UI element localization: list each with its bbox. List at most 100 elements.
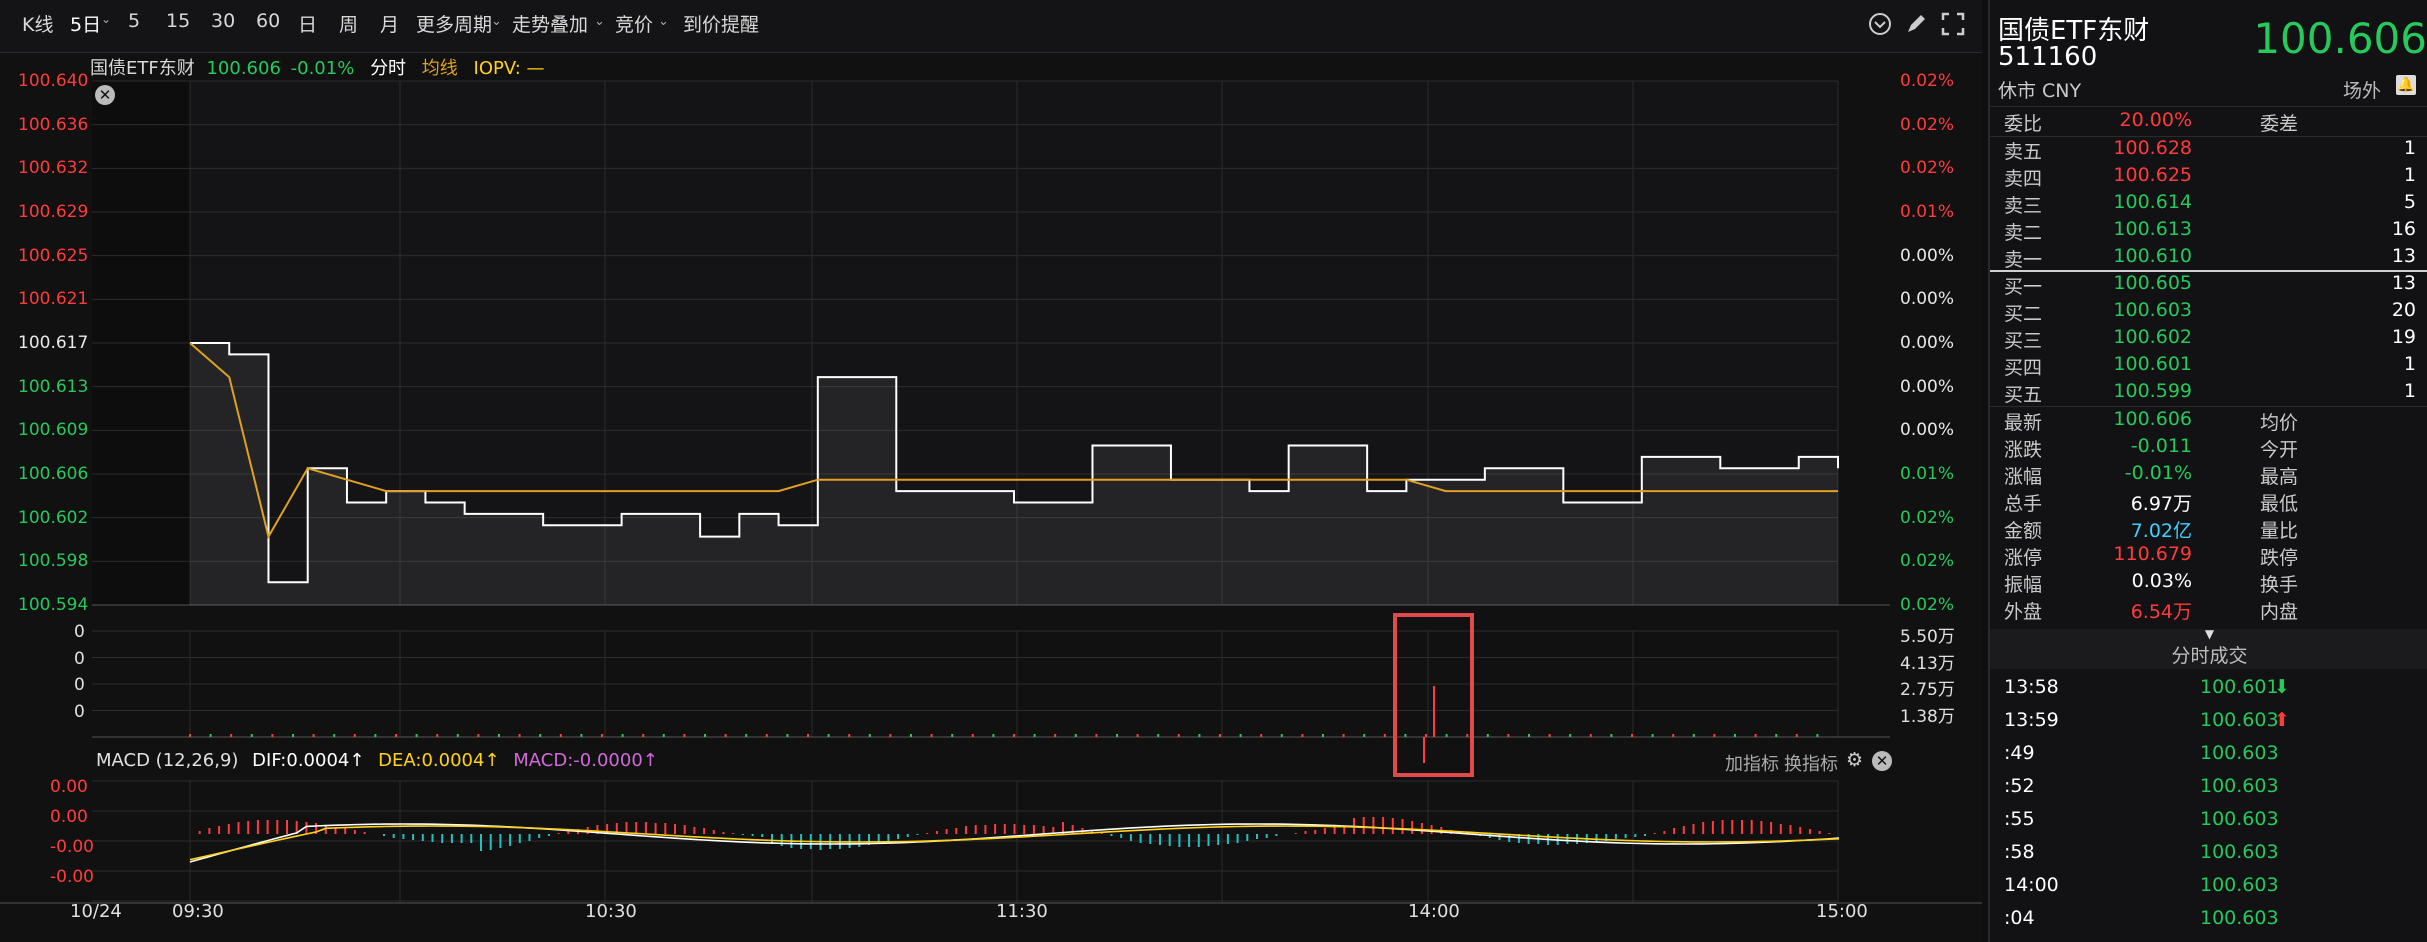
tick-price: 100.603 bbox=[2200, 874, 2279, 896]
tick-price: 100.603 bbox=[2200, 841, 2279, 863]
5day-chevron-icon[interactable]: ⌄ bbox=[101, 12, 111, 26]
bid-price: 100.605 bbox=[2113, 272, 2192, 294]
stat-value: -0.011 bbox=[2130, 435, 2192, 457]
chart-area[interactable]: 国债ETF东财 100.606 -0.01% 分时 均线 IOPV: — ✕ 1… bbox=[0, 53, 1982, 942]
stat-row: 涨幅 -0.01% 最高 bbox=[2004, 462, 2416, 489]
pct-tick-label: 0.02% bbox=[1900, 507, 1955, 528]
bid-volume: 19 bbox=[2391, 326, 2416, 348]
trend-overlay-dropdown[interactable]: 走势叠加 bbox=[512, 10, 588, 37]
draw-pen-icon[interactable] bbox=[1903, 11, 1929, 37]
pct-tick-label: 0.01% bbox=[1900, 464, 1955, 484]
tick-time: 13:58 bbox=[2004, 676, 2059, 698]
bid-row[interactable]: 买一 100.605 13 bbox=[2004, 272, 2416, 299]
price-tick-label: 100.598 bbox=[18, 551, 89, 572]
pct-tick-label: 0.02% bbox=[1900, 551, 1955, 572]
stat-row: 涨停 110.679 跌停 bbox=[2004, 543, 2416, 570]
bid-price: 100.601 bbox=[2113, 353, 2192, 375]
tick-price: 100.603 bbox=[2200, 907, 2279, 929]
pct-tick-label: 0.02% bbox=[1900, 595, 1955, 615]
chevron-down-icon: ⌄ bbox=[658, 14, 669, 29]
ask-row[interactable]: 卖五 100.628 1 bbox=[2004, 137, 2416, 164]
macd-tick-label: -0.00 bbox=[50, 867, 94, 887]
pct-tick-label: 0.00% bbox=[1900, 376, 1955, 397]
ask-row[interactable]: 卖一 100.610 13 bbox=[2004, 245, 2416, 272]
gear-icon[interactable]: ⚙ bbox=[1846, 749, 1863, 771]
chevron-down-icon: ⌄ bbox=[491, 14, 502, 29]
toolbar: K线 5日 ⌄ 5 15 30 60 日 周 月 更多周期 走势叠加 竞价 到价… bbox=[0, 0, 1982, 53]
bid-row[interactable]: 买三 100.602 19 bbox=[2004, 326, 2416, 353]
tab-day[interactable]: 日 bbox=[298, 10, 317, 37]
chevron-down-icon: ⌄ bbox=[594, 14, 605, 29]
legend-iopv: IOPV: — bbox=[473, 58, 545, 79]
ask-price: 100.628 bbox=[2113, 137, 2192, 159]
bid-row[interactable]: 买五 100.599 1 bbox=[2004, 380, 2416, 407]
ask-price: 100.625 bbox=[2113, 164, 2192, 186]
bid-volume: 1 bbox=[2403, 353, 2416, 375]
stat-label: 涨停 bbox=[2004, 547, 2043, 569]
tick-row: :49 100.603 bbox=[2004, 742, 2416, 769]
macd-dif: DIF:0.0004 bbox=[252, 750, 350, 771]
tab-15min[interactable]: 15 bbox=[166, 10, 190, 32]
tab-week[interactable]: 周 bbox=[339, 10, 358, 37]
stat-value: 6.97万 bbox=[2130, 493, 2192, 515]
macd-tick-label: 0.00 bbox=[50, 807, 88, 827]
ask-volume: 1 bbox=[2403, 137, 2416, 159]
ask-row[interactable]: 卖四 100.625 1 bbox=[2004, 164, 2416, 191]
tab-5min[interactable]: 5 bbox=[128, 10, 140, 32]
tab-60min[interactable]: 60 bbox=[256, 10, 280, 32]
bell-icon[interactable]: 🔔 bbox=[2396, 75, 2416, 95]
weibi-value: 20.00% bbox=[2119, 109, 2192, 131]
tick-row: :52 100.603 bbox=[2004, 775, 2416, 802]
legend-mode: 分时 bbox=[370, 58, 407, 79]
price-tick-label: 100.594 bbox=[18, 595, 89, 615]
time-tick-label: 11:30 bbox=[996, 901, 1048, 922]
ask-row[interactable]: 卖三 100.614 5 bbox=[2004, 191, 2416, 218]
venue-label: 场外 bbox=[2343, 80, 2382, 102]
close-indicator-icon[interactable]: ✕ bbox=[1872, 751, 1892, 771]
stat-value: 7.02亿 bbox=[2130, 520, 2192, 542]
price-tick-label: 100.632 bbox=[18, 158, 89, 179]
tick-row: 14:00 100.603 bbox=[2004, 874, 2416, 901]
stat-label-right: 均价 bbox=[2260, 412, 2299, 434]
legend-name: 国债ETF东财 bbox=[90, 58, 195, 79]
macd-title: MACD (12,26,9) bbox=[96, 750, 239, 771]
tab-5day[interactable]: 5日 bbox=[70, 10, 101, 37]
collapse-icon[interactable] bbox=[1867, 11, 1893, 37]
auction-dropdown[interactable]: 竞价 bbox=[615, 10, 653, 37]
switch-indicator-button[interactable]: 换指标 bbox=[1784, 750, 1838, 776]
stat-row: 振幅 0.03% 换手 bbox=[2004, 570, 2416, 597]
stat-label: 总手 bbox=[2004, 493, 2043, 515]
stat-row: 最新 100.606 均价 bbox=[2004, 408, 2416, 435]
close-overlay-icon[interactable]: ✕ bbox=[95, 85, 115, 105]
tick-price: 100.603 bbox=[2200, 775, 2279, 797]
volume-left-tick: 0 bbox=[74, 648, 85, 669]
tick-price: 100.603 bbox=[2200, 808, 2279, 830]
tab-kline[interactable]: K线 bbox=[22, 10, 53, 37]
time-tick-label: 15:00 bbox=[1816, 901, 1868, 922]
more-periods-dropdown[interactable]: 更多周期 bbox=[416, 10, 492, 37]
fullscreen-icon[interactable] bbox=[1940, 11, 1966, 37]
pct-tick-label: 0.02% bbox=[1900, 114, 1955, 135]
price-tick-label: 100.617 bbox=[18, 333, 89, 353]
bid-row[interactable]: 买四 100.601 1 bbox=[2004, 353, 2416, 380]
stat-label: 最新 bbox=[2004, 412, 2043, 434]
bid-label: 买五 bbox=[2004, 384, 2043, 406]
stat-label-right: 量比 bbox=[2260, 520, 2299, 542]
time-tick-label: 10/24 bbox=[70, 901, 122, 922]
price-alert-button[interactable]: 到价提醒 bbox=[683, 10, 759, 37]
ask-row[interactable]: 卖二 100.613 16 bbox=[2004, 218, 2416, 245]
bid-row[interactable]: 买二 100.603 20 bbox=[2004, 299, 2416, 326]
pct-tick-label: 0.00% bbox=[1900, 245, 1955, 266]
tick-time: :55 bbox=[2004, 808, 2035, 830]
tab-month[interactable]: 月 bbox=[380, 10, 399, 37]
tab-30min[interactable]: 30 bbox=[211, 10, 235, 32]
time-tick-label: 14:00 bbox=[1408, 901, 1460, 922]
stock-code: 511160 bbox=[1998, 42, 2098, 72]
add-indicator-button[interactable]: 加指标 bbox=[1725, 750, 1779, 776]
bid-price: 100.603 bbox=[2113, 299, 2192, 321]
bid-label: 买二 bbox=[2004, 303, 2043, 325]
volume-left-tick: 0 bbox=[74, 701, 85, 722]
tick-row: :58 100.603 bbox=[2004, 841, 2416, 868]
tick-time: 13:59 bbox=[2004, 709, 2059, 731]
expand-arrow-icon[interactable]: ▼ bbox=[1990, 627, 2427, 641]
